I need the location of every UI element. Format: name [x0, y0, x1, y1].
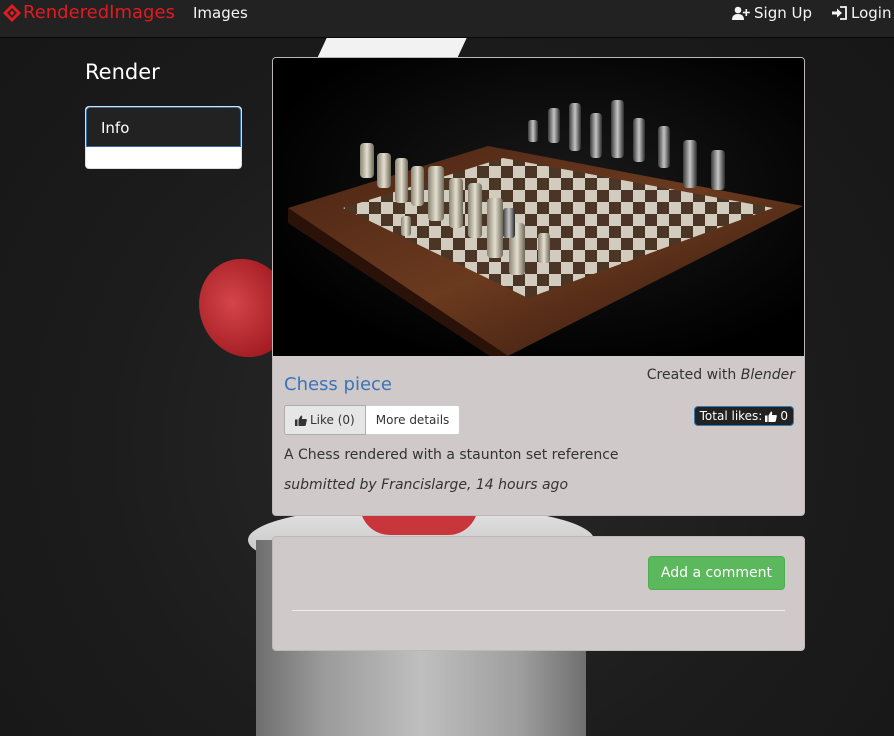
brand-name: RenderedImages: [23, 2, 175, 23]
render-description: A Chess rendered with a staunton set ref…: [284, 447, 619, 463]
nav-login-label: Login: [851, 4, 892, 22]
total-likes-badge: Total likes: 0: [693, 406, 794, 426]
more-details-button[interactable]: More details: [365, 405, 461, 435]
brand-logo-icon: [3, 4, 21, 22]
nav-login-link[interactable]: Login: [832, 4, 891, 22]
total-likes-count: 0: [780, 409, 788, 423]
like-button[interactable]: Like (0): [284, 405, 366, 435]
comments-divider: [292, 610, 785, 611]
more-details-label: More details: [375, 413, 450, 427]
comments-card: Add a comment: [272, 536, 805, 651]
thumbs-up-icon: [295, 415, 307, 426]
created-with: Created with Blender: [647, 367, 795, 383]
sign-in-icon: [832, 6, 847, 20]
nav-signup-label: Sign Up: [754, 4, 812, 22]
sidebar-item-info[interactable]: Info: [86, 107, 241, 147]
navbar: RenderedImages Images Sign Up Login: [0, 0, 894, 38]
brand-link[interactable]: RenderedImages: [2, 2, 175, 24]
action-button-group: Like (0) More details: [284, 405, 461, 435]
like-button-label: Like (0): [310, 413, 355, 427]
nav-images-link[interactable]: Images: [193, 4, 248, 22]
thumbs-up-icon: [765, 411, 778, 422]
total-likes-label: Total likes:: [699, 409, 763, 423]
nav-signup-link[interactable]: Sign Up: [732, 4, 812, 22]
render-title-link[interactable]: Chess piece: [284, 374, 392, 395]
nav-images-label: Images: [193, 4, 248, 22]
render-image[interactable]: [273, 58, 804, 356]
created-with-label: Created with: [646, 367, 737, 383]
submitted-info: submitted by Francislarge, 14 hours ago: [284, 477, 569, 493]
add-comment-button[interactable]: Add a comment: [647, 556, 785, 590]
user-plus-icon: [732, 6, 750, 20]
render-card: Chess piece Created with Blender Like (0…: [272, 57, 805, 516]
created-with-tool: Blender: [740, 367, 795, 383]
sidebar-title: Render: [85, 60, 160, 84]
sidebar-panel: Info: [85, 106, 242, 169]
